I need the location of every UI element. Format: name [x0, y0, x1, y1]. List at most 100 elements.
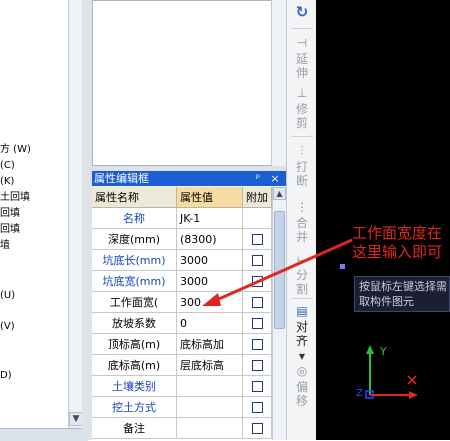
trim-button[interactable]: 修剪 [295, 102, 309, 130]
pin-icon[interactable]: ᵖ [252, 171, 264, 186]
tree-item[interactable]: 方 (W) [0, 143, 31, 157]
tree-scrollbar[interactable]: ▼ [68, 0, 83, 428]
property-value-input[interactable]: 300 [177, 292, 243, 313]
property-name: 坑底长(mm) [92, 250, 177, 271]
tree-item[interactable]: D) [0, 369, 12, 383]
ucs-axes [365, 345, 418, 399]
property-name: 土壤类别 [92, 376, 177, 397]
component-list-scrollbar[interactable] [271, 0, 286, 166]
tree-item[interactable]: (V) [0, 320, 15, 334]
z-axis-label: Z [356, 388, 363, 399]
edit-toolbar: ↻ ⊣ 延伸 ⊥ 修剪 ⫶ 打断 ⋮ 合并 ⊢ 分割 ▤ 对齐 ▼ ◎ 偏移 [286, 0, 316, 440]
attach-checkbox[interactable] [252, 255, 263, 266]
break-button[interactable]: 打断 [295, 160, 309, 188]
attach-checkbox[interactable] [252, 360, 263, 371]
command-tooltip: 按鼠标左键选择需 取构件图元 [354, 276, 450, 312]
property-extra-cell [243, 313, 272, 334]
cursor-marker [340, 264, 345, 269]
tree-item[interactable]: 土回填 [0, 191, 30, 205]
split-icon[interactable]: ⊢ [295, 254, 309, 268]
align-button[interactable]: 对齐 [295, 320, 309, 348]
attach-checkbox[interactable] [252, 402, 263, 413]
toolbar-separator [291, 28, 313, 29]
scrollbar-thumb[interactable] [274, 211, 285, 329]
property-extra-cell [243, 355, 272, 376]
align-icon[interactable]: ▤ [295, 304, 309, 318]
property-value-input[interactable]: 0 [177, 313, 243, 334]
merge-icon[interactable]: ⋮ [295, 200, 309, 214]
header-property-value[interactable]: 属性值 [177, 187, 243, 208]
tree-footer [0, 428, 88, 441]
tree-item[interactable]: (K) [0, 175, 14, 189]
extend-button[interactable]: 延伸 [295, 52, 309, 80]
property-value-input[interactable] [177, 397, 243, 418]
break-icon[interactable]: ⫶ [295, 144, 309, 158]
property-extra-cell [243, 271, 272, 292]
attach-checkbox[interactable] [252, 297, 263, 308]
offset-icon[interactable]: ◎ [295, 364, 309, 378]
property-row[interactable]: 挖土方式 [92, 397, 272, 418]
close-icon[interactable]: × [268, 171, 282, 186]
property-value-input[interactable]: 3000 [177, 250, 243, 271]
property-extra-cell [243, 376, 272, 397]
property-row[interactable]: 坑底长(mm) 3000 [92, 250, 272, 271]
property-value-input[interactable]: 底标高加 [177, 334, 243, 355]
property-row[interactable]: 放坡系数 0 [92, 313, 272, 334]
property-row[interactable]: 土壤类别 [92, 376, 272, 397]
property-row[interactable]: 坑底宽(mm) 3000 [92, 271, 272, 292]
property-value-input[interactable]: 3000 [177, 271, 243, 292]
offset-button[interactable]: 偏移 [295, 380, 309, 408]
property-scrollbar[interactable]: ▲ [272, 187, 286, 440]
align-dropdown-icon[interactable]: ▼ [295, 350, 309, 364]
extend-icon[interactable]: ⊣ [295, 36, 309, 50]
property-value-input[interactable] [177, 376, 243, 397]
property-editor-title-bar: 属性编辑框 ᵖ × [92, 171, 286, 186]
property-value-input[interactable]: 层底标高 [177, 355, 243, 376]
scroll-down-arrow-icon[interactable]: ▼ [69, 412, 83, 426]
attach-checkbox[interactable] [252, 423, 263, 434]
property-name: 顶标高(m) [92, 334, 177, 355]
toolbar-separator [291, 136, 313, 137]
tree-item[interactable]: 埴 [0, 239, 10, 253]
panel-splitter[interactable] [82, 0, 92, 440]
tree-item[interactable]: 回填 [0, 207, 20, 221]
property-value-input[interactable]: (8300) [177, 229, 243, 250]
property-row[interactable]: 底标高(m) 层底标高 [92, 355, 272, 376]
component-tree[interactable]: 方 (W) (C) (K) 土回填 回填 回填 埴 (U) (V) D) [0, 0, 68, 428]
property-row[interactable]: 备注 [92, 418, 272, 439]
attach-checkbox[interactable] [252, 381, 263, 392]
header-property-name[interactable]: 属性名称 [92, 187, 177, 208]
annotation-line: 这里输入即可 [352, 243, 443, 261]
attach-checkbox[interactable] [252, 318, 263, 329]
property-extra-cell [243, 229, 272, 250]
y-axis-label: Y [380, 345, 387, 358]
property-row[interactable]: 顶标高(m) 底标高加 [92, 334, 272, 355]
tree-item[interactable]: (U) [0, 289, 15, 303]
property-name: 深度(mm) [92, 229, 177, 250]
property-value-input[interactable]: JK-1 [177, 208, 243, 229]
attach-checkbox[interactable] [252, 339, 263, 350]
property-value-input[interactable] [177, 418, 243, 439]
property-row[interactable]: 深度(mm) (8300) [92, 229, 272, 250]
property-row[interactable]: 工作面宽(300 [92, 292, 272, 313]
merge-button[interactable]: 合并 [295, 216, 309, 244]
property-row[interactable]: 名称 JK-1 [92, 208, 272, 229]
trim-icon[interactable]: ⊥ [295, 86, 309, 100]
drawing-canvas[interactable] [316, 0, 450, 440]
property-name: 底标高(m) [92, 355, 177, 376]
attach-checkbox[interactable] [252, 234, 263, 245]
property-extra-cell [243, 397, 272, 418]
header-extra[interactable]: 附加 [243, 187, 272, 208]
tree-item[interactable]: (C) [0, 159, 15, 173]
scroll-up-arrow-icon[interactable]: ▲ [273, 187, 286, 200]
property-extra-cell [243, 250, 272, 271]
property-grid: 属性名称 属性值 附加 名称 JK-1 深度(mm) (8300) 坑底长(mm) 300… [92, 187, 272, 440]
tree-item[interactable]: 回填 [0, 223, 20, 237]
annotation-line: 工作面宽度在 [352, 224, 443, 242]
x-axis-arrow [409, 391, 418, 399]
attach-checkbox[interactable] [252, 276, 263, 287]
split-button[interactable]: 分割 [295, 268, 309, 296]
refresh-icon[interactable]: ↻ [295, 5, 309, 20]
property-name: 备注 [92, 418, 177, 439]
property-extra-cell [243, 208, 272, 229]
